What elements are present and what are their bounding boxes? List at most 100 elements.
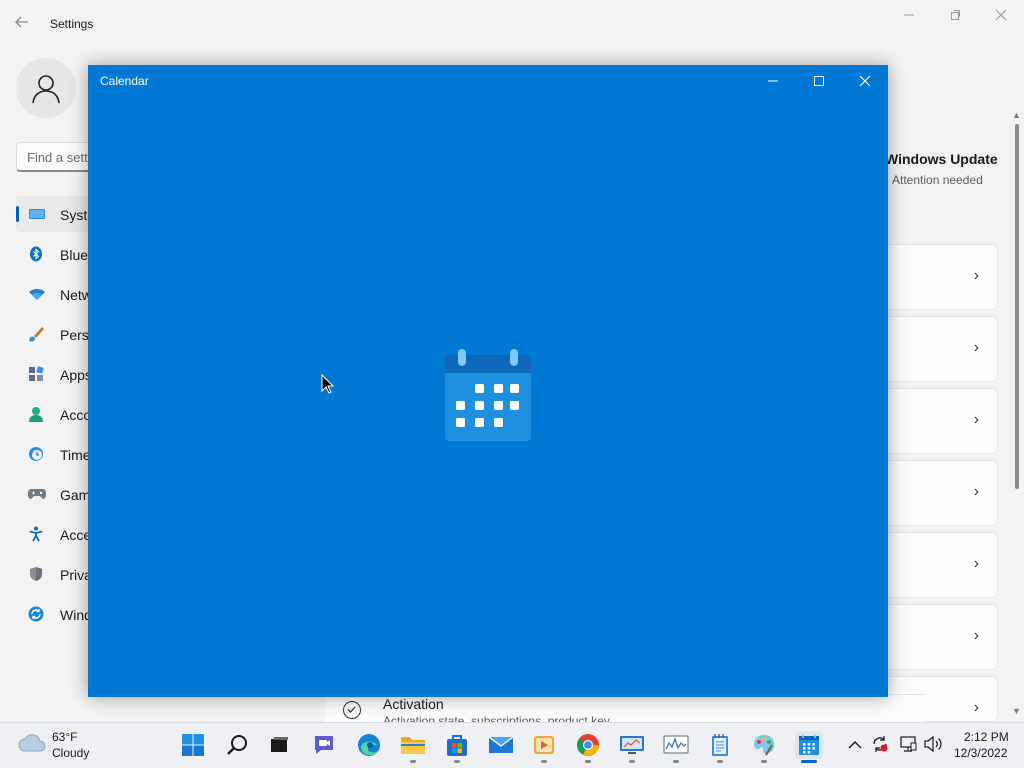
- sidebar-item-label: Blue: [60, 247, 89, 263]
- weather-condition[interactable]: Cloudy: [52, 746, 89, 760]
- windows-update-status: Attention needed: [892, 173, 983, 187]
- windows-update-icon: [28, 606, 44, 622]
- windows-update-title[interactable]: Windows Update: [885, 151, 998, 167]
- sidebar-item-accessibility[interactable]: Acce: [16, 516, 96, 552]
- performance-graph-icon: [663, 735, 689, 754]
- task-view-button[interactable]: [265, 731, 293, 759]
- store-icon: [447, 735, 467, 756]
- mail-button[interactable]: [487, 731, 515, 759]
- settings-minimize-button[interactable]: [886, 8, 932, 26]
- chevron-right-icon: ›: [973, 555, 979, 572]
- notepad-button[interactable]: [706, 731, 734, 759]
- settings-restore-button[interactable]: [932, 8, 978, 26]
- calendar-icon: [799, 734, 819, 755]
- maximize-icon: [814, 76, 824, 86]
- wifi-icon: [28, 286, 45, 302]
- scroll-down-arrow-icon[interactable]: ▼: [1012, 706, 1021, 716]
- taskbar-clock-date[interactable]: 12/3/2022: [954, 746, 1007, 760]
- settings-app-title: Settings: [50, 17, 94, 31]
- chevron-right-icon: ›: [973, 699, 979, 716]
- media-player-icon: [534, 736, 554, 754]
- accessibility-icon: [28, 526, 44, 542]
- volume-speaker-icon[interactable]: [923, 735, 943, 755]
- teams-chat-button[interactable]: [310, 731, 338, 759]
- active-app-indicator: [801, 760, 817, 763]
- calendar-taskbar-button[interactable]: [795, 731, 823, 759]
- selection-indicator: [16, 206, 19, 222]
- calendar-window[interactable]: Calendar: [88, 65, 888, 697]
- chrome-browser-button[interactable]: [574, 731, 602, 759]
- gamepad-icon: [28, 486, 46, 502]
- taskbar-search-button[interactable]: [223, 731, 251, 759]
- scroll-up-arrow-icon[interactable]: ▲: [1012, 110, 1021, 120]
- calendar-minimize-button[interactable]: [750, 69, 796, 93]
- start-button[interactable]: [179, 731, 207, 759]
- activation-card[interactable]: Activation Activation state, subscriptio…: [325, 694, 925, 722]
- calendar-close-button[interactable]: [842, 69, 888, 93]
- monitor-chart-icon: [620, 736, 644, 754]
- sidebar-item-personalization[interactable]: Perso: [16, 316, 97, 352]
- chevron-right-icon: ›: [973, 483, 979, 500]
- running-indicator: [410, 760, 416, 763]
- chevron-right-icon: ›: [973, 411, 979, 428]
- weather-temperature[interactable]: 63°F: [52, 730, 77, 744]
- search-icon: [227, 735, 247, 755]
- back-arrow-icon[interactable]: [14, 14, 34, 34]
- sidebar-item-windows-update[interactable]: Wind: [16, 596, 96, 632]
- chevron-right-icon: ›: [973, 627, 979, 644]
- calendar-splash-icon: [445, 349, 531, 441]
- apps-icon: [28, 366, 44, 382]
- minimize-icon: [768, 80, 778, 82]
- running-indicator: [454, 760, 460, 763]
- running-indicator: [717, 760, 723, 763]
- sync-alert-icon[interactable]: [871, 735, 889, 756]
- file-explorer-button[interactable]: [399, 731, 427, 759]
- sidebar-item-privacy[interactable]: Priva: [16, 556, 96, 592]
- sidebar-item-accounts[interactable]: Acco: [16, 396, 96, 432]
- search-placeholder: Find a sett: [27, 150, 88, 165]
- paint-palette-icon: [754, 735, 775, 756]
- calendar-maximize-button[interactable]: [796, 69, 842, 93]
- sidebar-item-bluetooth[interactable]: Blue: [16, 236, 96, 272]
- brush-icon: [28, 326, 44, 342]
- windows-logo-icon: [182, 734, 204, 756]
- folder-icon: [401, 737, 425, 754]
- activation-title: Activation: [383, 696, 444, 712]
- network-ethernet-icon[interactable]: [899, 736, 917, 755]
- taskbar-clock-time[interactable]: 2:12 PM: [964, 730, 1009, 744]
- media-player-button[interactable]: [530, 731, 558, 759]
- paint-button[interactable]: [750, 731, 778, 759]
- sidebar-item-label: Acco: [60, 407, 92, 423]
- sidebar-item-system[interactable]: Syste: [16, 196, 96, 232]
- avatar[interactable]: [16, 58, 76, 118]
- weather-cloud-icon[interactable]: [18, 733, 46, 758]
- show-hidden-icons-chevron-icon[interactable]: [848, 737, 862, 753]
- chrome-icon: [577, 734, 599, 756]
- person-icon: [32, 75, 60, 104]
- shield-icon: [28, 566, 44, 582]
- sidebar-item-apps[interactable]: Apps: [16, 356, 96, 392]
- bluetooth-icon: [28, 246, 44, 262]
- microsoft-store-button[interactable]: [443, 731, 471, 759]
- edge-icon: [358, 734, 380, 756]
- sidebar-item-gaming[interactable]: Gam: [16, 476, 96, 512]
- sidebar-item-network[interactable]: Netw: [16, 276, 96, 312]
- notepad-icon: [712, 734, 728, 756]
- task-view-icon: [271, 737, 288, 752]
- running-indicator: [673, 760, 679, 763]
- mouse-cursor-icon: [321, 373, 335, 399]
- edge-browser-button[interactable]: [355, 731, 383, 759]
- performance-monitor-button[interactable]: [662, 731, 690, 759]
- activation-subtitle: Activation state, subscriptions, product…: [383, 714, 610, 722]
- close-icon: [859, 75, 871, 87]
- sidebar-item-label: Gam: [60, 487, 91, 503]
- pc-app-button[interactable]: [618, 731, 646, 759]
- sidebar-item-time-language[interactable]: Time: [16, 436, 96, 472]
- settings-close-button[interactable]: [978, 8, 1024, 26]
- scrollbar-thumb[interactable]: [1015, 124, 1019, 489]
- account-icon: [28, 406, 44, 422]
- chevron-right-icon: ›: [973, 267, 979, 284]
- mail-icon: [488, 736, 514, 753]
- teams-chat-icon: [315, 736, 333, 754]
- settings-title-bar: [0, 0, 1024, 48]
